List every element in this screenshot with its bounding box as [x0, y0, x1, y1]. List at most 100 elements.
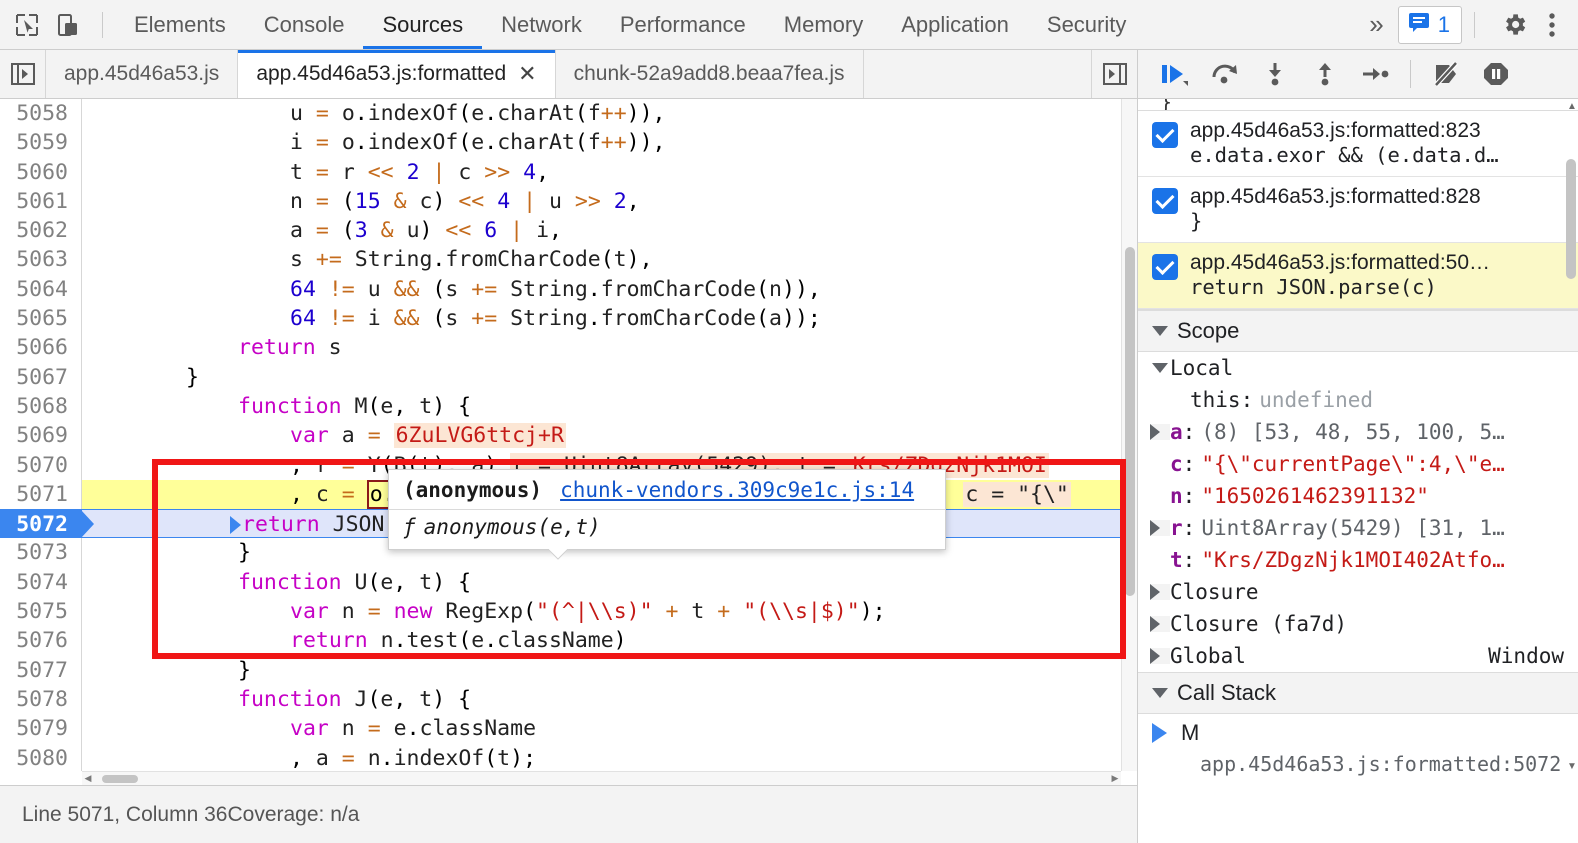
code-line[interactable]: 5058u = o.indexOf(e.charAt(f++)), — [0, 99, 1121, 128]
line-content[interactable]: t = r << 2 | c >> 4, — [82, 158, 1121, 187]
code-line[interactable]: 5076return n.test(e.className) — [0, 626, 1121, 655]
scope-var-a[interactable]: a: (8) [53, 48, 55, 100, 5… — [1138, 416, 1578, 448]
show-navigator-icon[interactable] — [0, 50, 46, 98]
tab-performance[interactable]: Performance — [601, 0, 765, 49]
scope-group-closure[interactable]: Closure — [1138, 576, 1578, 608]
tab-console[interactable]: Console — [245, 0, 364, 49]
scroll-down-arrow-icon[interactable]: ▼ — [1567, 761, 1577, 772]
scope-section-header[interactable]: Scope — [1138, 310, 1578, 352]
file-tab-app-js-formatted[interactable]: app.45d46a53.js:formatted ✕ — [238, 50, 555, 98]
line-content[interactable]: function M(e, t) { — [82, 392, 1121, 421]
line-content[interactable]: var a = 6ZuLVG6ttcj+R — [82, 421, 1121, 450]
deactivate-breakpoints-button[interactable] — [1423, 54, 1469, 94]
call-stack-section-header[interactable]: Call Stack — [1138, 672, 1578, 714]
code-line[interactable]: 5079var n = e.className — [0, 714, 1121, 743]
list-item[interactable]: app.45d46a53.js:formatted:823 e.data.exo… — [1138, 111, 1578, 177]
line-content[interactable]: function J(e, t) { — [82, 685, 1121, 714]
call-stack-frame[interactable]: M — [1138, 714, 1578, 752]
code-editor[interactable]: 5058u = o.indexOf(e.charAt(f++)), 5059i … — [0, 99, 1137, 785]
kebab-menu-icon[interactable] — [1542, 11, 1568, 39]
breakpoints-scrollbar[interactable]: ▲ — [1564, 99, 1578, 309]
show-debugger-icon[interactable] — [1091, 50, 1137, 98]
gear-icon[interactable] — [1487, 11, 1542, 38]
line-content[interactable]: function U(e, t) { — [82, 568, 1121, 597]
code-line[interactable]: 506464 != u && (s += String.fromCharCode… — [0, 275, 1121, 304]
line-content[interactable]: 64 != u && (s += String.fromCharCode(n))… — [82, 275, 1121, 304]
line-content[interactable]: i = o.indexOf(e.charAt(f++)), — [82, 128, 1121, 157]
list-item-selected[interactable]: app.45d46a53.js:formatted:50… return JSO… — [1138, 243, 1578, 309]
step-out-button[interactable] — [1302, 54, 1348, 94]
line-content[interactable]: , a = n.indexOf(t); — [82, 744, 1121, 771]
chevron-down-icon[interactable] — [1150, 363, 1170, 373]
line-content[interactable]: } — [82, 656, 1121, 685]
scope-group-local[interactable]: Local — [1138, 352, 1578, 384]
line-content[interactable]: a = (3 & u) << 6 | i, — [82, 216, 1121, 245]
step-marker-icon[interactable] — [230, 516, 241, 534]
scrollbar-thumb[interactable] — [102, 775, 138, 783]
scroll-right-arrow-icon[interactable]: ▶ — [1109, 773, 1121, 784]
code-line[interactable]: 5061n = (15 & c) << 4 | u >> 2, — [0, 187, 1121, 216]
scope-var-c[interactable]: c: "{\"currentPage\":4,\"e… — [1138, 448, 1578, 480]
tab-network[interactable]: Network — [482, 0, 601, 49]
code-lines[interactable]: 5058u = o.indexOf(e.charAt(f++)), 5059i … — [0, 99, 1121, 771]
file-tab-app-js[interactable]: app.45d46a53.js — [46, 50, 238, 98]
device-toolbar-icon[interactable] — [48, 5, 90, 45]
chevron-right-icon[interactable] — [1150, 648, 1170, 664]
more-tabs-icon[interactable]: » — [1355, 9, 1397, 40]
step-over-button[interactable] — [1202, 54, 1248, 94]
code-line[interactable]: 5059i = o.indexOf(e.charAt(f++)), — [0, 128, 1121, 157]
step-button[interactable] — [1352, 54, 1398, 94]
code-line[interactable]: 5068function M(e, t) { — [0, 392, 1121, 421]
code-line[interactable]: 5077} — [0, 656, 1121, 685]
line-content[interactable]: 64 != i && (s += String.fromCharCode(a))… — [82, 304, 1121, 333]
code-line[interactable]: 5074function U(e, t) { — [0, 568, 1121, 597]
tab-security[interactable]: Security — [1028, 0, 1145, 49]
code-line[interactable]: 5075var n = new RegExp("(^|\\s)" + t + "… — [0, 597, 1121, 626]
chevron-right-icon[interactable] — [1150, 616, 1170, 632]
scope-var-this[interactable]: this: undefined — [1138, 384, 1578, 416]
code-line[interactable]: 5066return s — [0, 333, 1121, 362]
tab-sources[interactable]: Sources — [363, 0, 482, 49]
inspect-element-icon[interactable] — [6, 5, 48, 45]
line-content[interactable]: u = o.indexOf(e.charAt(f++)), — [82, 99, 1121, 128]
code-line[interactable]: 5060t = r << 2 | c >> 4, — [0, 158, 1121, 187]
scope-group-global[interactable]: Global Window — [1138, 640, 1578, 672]
code-line[interactable]: 5080, a = n.indexOf(t); — [0, 744, 1121, 771]
breakpoint-checkbox[interactable] — [1152, 122, 1178, 148]
line-content[interactable]: return n.test(e.className) — [82, 626, 1121, 655]
scrollbar-thumb[interactable] — [1125, 247, 1135, 596]
breakpoint-checkbox[interactable] — [1152, 188, 1178, 214]
line-content[interactable]: var n = new RegExp("(^|\\s)" + t + "(\\s… — [82, 597, 1121, 626]
code-line[interactable]: 5069var a = 6ZuLVG6ttcj+R — [0, 421, 1121, 450]
line-content[interactable]: } — [82, 363, 1121, 392]
line-content[interactable]: s += String.fromCharCode(t), — [82, 245, 1121, 274]
chevron-right-icon[interactable] — [1150, 424, 1170, 440]
scope-group-closure-fa7d[interactable]: Closure (fa7d) — [1138, 608, 1578, 640]
tab-application[interactable]: Application — [882, 0, 1028, 49]
status-badge[interactable]: 1 — [1398, 6, 1462, 44]
resume-button[interactable] — [1152, 54, 1198, 94]
editor-vertical-scrollbar[interactable] — [1121, 99, 1137, 771]
scroll-up-arrow-icon[interactable]: ▲ — [1567, 101, 1577, 112]
tooltip-source-link[interactable]: chunk-vendors.309c9e1c.js:14 — [560, 478, 914, 502]
list-item[interactable]: app.45d46a53.js:formatted:828 } — [1138, 177, 1578, 243]
scrollbar-thumb[interactable] — [1566, 159, 1576, 279]
editor-horizontal-scrollbar[interactable]: ◀ ▶ — [82, 771, 1121, 785]
step-into-button[interactable] — [1252, 54, 1298, 94]
code-line[interactable]: 5063s += String.fromCharCode(t), — [0, 245, 1121, 274]
coverage-status[interactable]: Coverage: n/a — [227, 803, 1115, 827]
chevron-right-icon[interactable] — [1150, 584, 1170, 600]
code-line[interactable]: 506564 != i && (s += String.fromCharCode… — [0, 304, 1121, 333]
tab-memory[interactable]: Memory — [765, 0, 882, 49]
pause-on-exceptions-button[interactable] — [1473, 54, 1519, 94]
scroll-left-arrow-icon[interactable]: ◀ — [82, 773, 94, 784]
line-content[interactable]: var n = e.className — [82, 714, 1121, 743]
code-line[interactable]: 5062a = (3 & u) << 6 | i, — [0, 216, 1121, 245]
scope-var-n[interactable]: n: "1650261462391132" — [1138, 480, 1578, 512]
line-content[interactable]: return s — [82, 333, 1121, 362]
code-line[interactable]: 5078function J(e, t) { — [0, 685, 1121, 714]
scope-var-t[interactable]: t: "Krs/ZDgzNjk1MOI402Atfo… — [1138, 544, 1578, 576]
chevron-right-icon[interactable] — [1150, 520, 1170, 536]
code-line[interactable]: 5067} — [0, 363, 1121, 392]
scope-var-r[interactable]: r: Uint8Array(5429) [31, 1… — [1138, 512, 1578, 544]
